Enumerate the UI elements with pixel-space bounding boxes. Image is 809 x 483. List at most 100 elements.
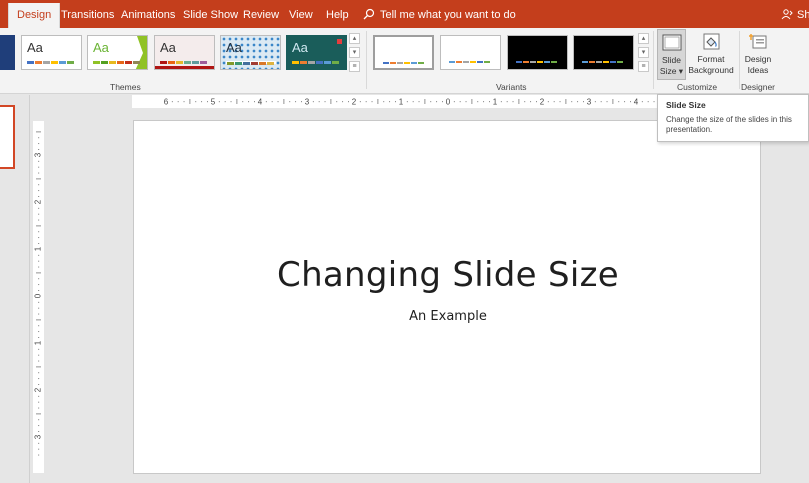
ruler-tick	[506, 101, 508, 103]
ruler-tick	[406, 101, 408, 103]
themes-scroll-up-button[interactable]: ▴	[349, 33, 360, 44]
theme-color-bars	[27, 61, 75, 64]
ruler-tick	[342, 101, 344, 103]
slide-size-icon	[662, 34, 681, 51]
ruler-tick	[38, 419, 40, 421]
ruler-label: 3	[587, 98, 592, 107]
slide-size-label-line1: Slide	[662, 55, 681, 65]
themes-more-button[interactable]: ≡	[349, 61, 360, 72]
lightbulb-search-icon	[363, 8, 375, 20]
slide-thumbnail-selected[interactable]	[0, 105, 15, 169]
variant-thumbnail-3[interactable]	[507, 35, 568, 70]
ruler-tick	[36, 131, 41, 133]
design-ideas-icon	[749, 34, 767, 49]
slide-size-button[interactable]: Slide Size ▾	[657, 29, 686, 80]
variant-color-bars	[449, 61, 491, 63]
ruler-tick	[38, 166, 40, 168]
variant-thumbnail-1[interactable]	[373, 35, 434, 70]
tab-view[interactable]: View	[289, 0, 313, 28]
theme-thumbnail-dark-blue[interactable]	[0, 35, 15, 70]
format-background-button[interactable]: Format Background	[688, 29, 734, 80]
group-separator	[653, 31, 654, 89]
theme-thumbnail-office[interactable]: Aa	[21, 35, 82, 70]
ruler-tick	[38, 384, 40, 385]
group-separator	[366, 31, 367, 89]
ruler-tick	[38, 172, 40, 174]
group-separator	[739, 31, 740, 89]
ruler-tick	[647, 101, 649, 103]
ruler-tick	[189, 99, 191, 104]
ruler-tick	[318, 101, 320, 103]
ruler-label: 1	[34, 246, 43, 251]
ruler-tick	[183, 101, 185, 103]
workspace-bottom	[30, 478, 809, 483]
slide-canvas[interactable]: Changing Slide Size An Example	[133, 120, 761, 474]
variants-scroll-up-button[interactable]: ▴	[638, 33, 649, 44]
ruler-tick	[38, 378, 40, 380]
theme-thumbnail-ion-boardroom[interactable]: Aa	[154, 35, 215, 70]
ruler-tick	[38, 231, 40, 233]
ruler-tick	[500, 101, 502, 103]
ruler-label: 0	[34, 293, 43, 298]
ruler-tick	[38, 137, 40, 139]
ruler-tick	[577, 101, 579, 103]
ruler-tick	[571, 101, 573, 103]
tab-help[interactable]: Help	[326, 0, 349, 28]
ruler-label: 6	[164, 98, 169, 107]
slide-subtitle[interactable]: An Example	[134, 309, 762, 324]
ruler-tick	[38, 196, 40, 197]
ruler-tick	[38, 207, 40, 209]
ruler-tick	[201, 101, 203, 103]
ruler-tick	[600, 101, 602, 103]
ruler-tick	[38, 290, 40, 291]
variants-scroll-down-button[interactable]: ▾	[638, 47, 649, 58]
ruler-tick	[412, 101, 414, 103]
ruler-label: 0	[446, 98, 451, 107]
theme-color-bars	[226, 61, 276, 65]
design-ideas-button[interactable]: Design Ideas	[742, 29, 774, 80]
tab-slide-show[interactable]: Slide Show	[183, 0, 238, 28]
theme-thumbnail-ion[interactable]: Aa	[286, 35, 347, 70]
slide-size-tooltip: Slide Size Change the size of the slides…	[657, 94, 809, 142]
variant-thumbnail-4[interactable]	[573, 35, 634, 70]
theme-sample-text: Aa	[160, 40, 176, 55]
ruler-tick	[38, 454, 40, 456]
theme-sample-text: Aa	[27, 40, 43, 55]
ruler-tick	[553, 101, 555, 103]
variant-thumbnail-2[interactable]	[440, 35, 501, 70]
ruler-tick	[38, 360, 40, 362]
ruler-tick	[653, 101, 655, 103]
facet-accent-shape	[135, 36, 147, 69]
slide-title[interactable]: Changing Slide Size	[134, 255, 762, 295]
tell-me-search[interactable]: Tell me what you want to do	[363, 0, 516, 28]
share-button[interactable]: Sha	[781, 0, 809, 28]
ribbon-tab-bar: Design Transitions Animations Slide Show…	[0, 0, 809, 30]
variant-color-bars	[383, 62, 425, 64]
ruler-tick	[36, 366, 41, 368]
ruler-tick	[38, 331, 40, 333]
variants-more-button[interactable]: ≡	[638, 61, 649, 72]
ruler-tick	[277, 101, 279, 103]
ruler-tick	[383, 101, 385, 103]
share-label: Sha	[797, 9, 809, 21]
ruler-label: 2	[352, 98, 357, 107]
group-label-customize: Customize	[677, 82, 718, 92]
ruler-label: 4	[258, 98, 263, 107]
theme-thumbnail-organic[interactable]: Aa	[220, 35, 281, 70]
ruler-tick	[471, 99, 473, 104]
tab-transitions[interactable]: Transitions	[61, 0, 114, 28]
ruler-tick	[38, 190, 40, 192]
ruler-tick	[38, 160, 40, 162]
ruler-tick	[207, 101, 208, 103]
ruler-tick	[459, 101, 461, 103]
tab-animations[interactable]: Animations	[121, 0, 175, 28]
ruler-label: 4	[634, 98, 639, 107]
themes-scroll-down-button[interactable]: ▾	[349, 47, 360, 58]
theme-thumbnail-facet[interactable]: Aa	[87, 35, 148, 70]
ruler-tick	[38, 442, 40, 444]
ruler-tick	[242, 101, 244, 103]
tab-design[interactable]: Design	[8, 3, 61, 30]
format-background-icon	[703, 33, 720, 50]
ruler-tick	[442, 101, 443, 103]
tab-review[interactable]: Review	[243, 0, 279, 28]
